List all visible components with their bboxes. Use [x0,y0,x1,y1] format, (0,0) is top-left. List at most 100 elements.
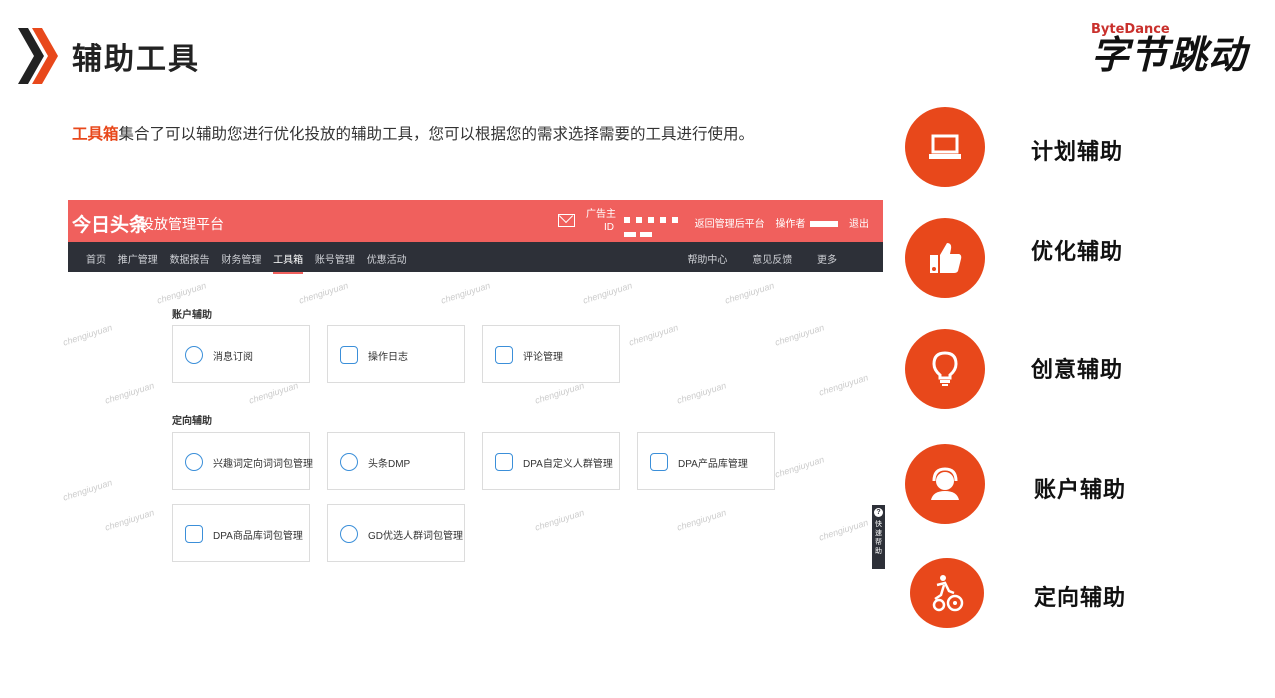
heartbeat-icon [185,453,203,471]
watermark: chengiuyuan [773,322,826,348]
watermark: chengiuyuan [581,280,634,306]
app-platform-name: 投放管理平台 [140,216,224,232]
feature-circle-optimize [905,218,985,298]
intro-text: 工具箱集合了可以辅助您进行优化投放的辅助工具，您可以根据您的需求选择需要的工具进… [72,122,754,144]
laptop-icon [929,134,961,159]
feature-circle-creative [905,329,985,409]
feature-circle-account [905,444,985,524]
nav-secondary: 帮助中心 意见反馈 更多 [665,251,837,266]
nav-more[interactable]: 更多 [817,255,837,266]
watermark: chengiuyuan [533,380,586,406]
feature-circle-targeting [910,558,984,628]
headset-user-icon [931,467,959,500]
tool-label: DPA自定义人群管理 [523,459,613,470]
watermark: chengiuyuan [817,517,870,543]
advertiser-id-masked [624,224,656,242]
tool-card-dpa-keyword-pack[interactable]: DPA商品库词包管理 [172,504,310,562]
nav-help[interactable]: 帮助中心 [687,255,727,266]
operator-masked [810,221,839,228]
help-icon: ? [874,508,883,517]
logout-link[interactable]: 退出 [849,219,869,230]
tool-label: DPA商品库词包管理 [213,531,303,542]
logo-chinese: 字节跳动 [1090,35,1247,77]
feature-label-creative: 创意辅助 [1031,357,1124,382]
watermark: chengiuyuan [533,507,586,533]
quick-help-tab[interactable]: ? 快速帮助 [872,505,885,569]
tool-label: 兴趣词定向词词包管理 [213,459,313,470]
nav-promotions[interactable]: 优惠活动 [367,255,407,266]
quick-help-label: 快速帮助 [875,521,882,555]
intro-highlight: 工具箱 [72,126,119,143]
tool-label: GD优选人群词包管理 [368,531,463,542]
watermark: chengiuyuan [103,380,156,406]
section-account-title: 账户辅助 [172,310,212,321]
watermark: chengiuyuan [675,507,728,533]
runner-gear-icon [932,575,964,612]
watermark: chengiuyuan [439,280,492,306]
watermark: chengiuyuan [297,280,350,306]
nav-account[interactable]: 账号管理 [315,255,355,266]
feature-circle-plan [905,107,985,187]
tool-card-dpa-audience[interactable]: DPA自定义人群管理 [482,432,620,490]
app-header: 今日头条 投放管理平台 广告主 ID 返回管理后平台 操作者 退出 [68,200,883,242]
advertiser-info: 广告主 ID [586,208,616,234]
audience-icon [495,453,513,471]
feature-label-targeting: 定向辅助 [1034,585,1127,610]
tool-label: DPA产品库管理 [678,459,748,470]
watermark: chengiuyuan [675,380,728,406]
nav-promotion[interactable]: 推广管理 [118,255,158,266]
thumbs-up-icon [930,243,962,273]
nav-main: 首页 推广管理 数据报告 财务管理 工具箱 账号管理 优惠活动 [86,251,416,274]
advertiser-label: 广告主 [586,209,616,220]
nav-finance[interactable]: 财务管理 [221,255,261,266]
nav-feedback[interactable]: 意见反馈 [752,255,792,266]
watermark: chengiuyuan [773,454,826,480]
slide-title: 辅助工具 [72,43,200,76]
section-targeting-title: 定向辅助 [172,416,212,427]
watermark: chengiuyuan [247,380,300,406]
watermark: chengiuyuan [61,322,114,348]
app-screenshot: 今日头条 投放管理平台 广告主 ID 返回管理后平台 操作者 退出 首页 推广管… [62,200,883,575]
tool-label: 消息订阅 [213,352,253,363]
tool-card-comment-management[interactable]: 评论管理 [482,325,620,383]
tool-label: 评论管理 [523,352,563,363]
tool-card-gd-audience-pack[interactable]: GD优选人群词包管理 [327,504,465,562]
app-brand: 今日头条 [72,215,149,236]
watermark: chengiuyuan [723,280,776,306]
app-header-links: 返回管理后平台 操作者 退出 [687,215,869,230]
bell-icon [185,346,203,364]
users-icon [340,525,358,543]
tool-card-dpa-product-library[interactable]: DPA产品库管理 [637,432,775,490]
feature-label-plan: 计划辅助 [1031,139,1124,164]
slide: 辅助工具 ByteDance 字节跳动 工具箱集合了可以辅助您进行优化投放的辅助… [0,0,1275,698]
tool-label: 头条DMP [368,459,411,470]
nav-toolbox[interactable]: 工具箱 [273,255,304,274]
watermark: chengiuyuan [61,477,114,503]
tool-card-interest-keywords[interactable]: 兴趣词定向词词包管理 [172,432,313,490]
lightbulb-icon [932,351,958,386]
nav-home[interactable]: 首页 [86,255,106,266]
feature-label-optimize: 优化辅助 [1031,239,1124,264]
database-icon [340,453,358,471]
feature-label-account: 账户辅助 [1034,477,1127,502]
tool-card-toutiao-dmp[interactable]: 头条DMP [327,432,465,490]
tool-card-operation-log[interactable]: 操作日志 [327,325,465,383]
app-nav: 首页 推广管理 数据报告 财务管理 工具箱 账号管理 优惠活动 帮助中心 意见反… [68,242,883,274]
operator-label: 操作者 [775,219,806,230]
product-list-icon [650,453,668,471]
intro-body: 集合了可以辅助您进行优化投放的辅助工具，您可以根据您的需求选择需要的工具进行使用… [118,126,755,143]
package-icon [185,525,203,543]
advertiser-id-label: ID [604,222,614,233]
watermark: chengiuyuan [103,507,156,533]
comment-icon [495,346,513,364]
mail-icon[interactable] [558,214,575,227]
bytedance-logo: ByteDance 字节跳动 [1091,22,1247,75]
nav-reports[interactable]: 数据报告 [170,255,210,266]
double-chevron-icon [18,28,58,84]
edit-document-icon [340,346,358,364]
watermark: chengiuyuan [155,280,208,306]
back-link[interactable]: 返回管理后平台 [695,219,765,230]
watermark: chengiuyuan [627,322,680,348]
tool-card-message-subscription[interactable]: 消息订阅 [172,325,310,383]
watermark: chengiuyuan [817,372,870,398]
